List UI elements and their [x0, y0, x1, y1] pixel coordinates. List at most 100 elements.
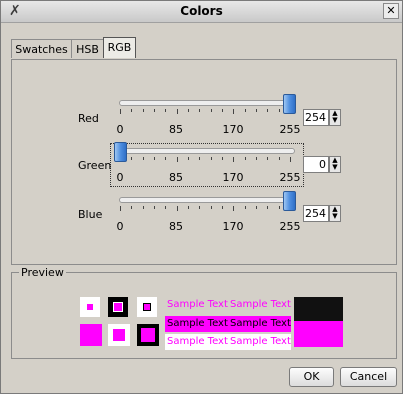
red-tick-255: 255 [279, 123, 301, 136]
blue-track[interactable] [119, 197, 295, 203]
slider-tick-mark [256, 157, 257, 160]
slider-tick-mark [176, 206, 178, 211]
slider-tick-mark [222, 157, 223, 160]
swatch-magenta-small [113, 329, 125, 341]
slider-tick-mark [120, 109, 121, 114]
ok-button[interactable]: OK [289, 367, 334, 387]
slider-tick-mark [165, 206, 167, 209]
slider-tick-mark [142, 157, 144, 160]
slider-tick-mark [210, 109, 212, 112]
blue-tick-85: 85 [169, 220, 183, 233]
green-slider-thumb[interactable] [114, 142, 127, 162]
sample-text-1: Sample Text [167, 299, 228, 310]
blue-spin-arrows[interactable]: ▲ ▼ [329, 205, 341, 222]
green-value-field[interactable]: 0 [303, 156, 329, 173]
green-tick-85: 85 [169, 171, 183, 184]
green-track[interactable] [119, 148, 295, 154]
swatch-magenta-on-black [113, 302, 123, 312]
green-tick-170: 170 [222, 171, 244, 184]
colors-dialog: ✗ Colors ✕ Swatches HSB RGB Red 0 85 170… [0, 0, 403, 394]
slider-tick-mark [131, 206, 133, 209]
spin-down-icon[interactable]: ▼ [330, 117, 340, 124]
blue-label: Blue [78, 208, 103, 221]
sample-text-2: Sample Text [230, 299, 291, 310]
slider-tick-mark [120, 206, 121, 211]
red-spinner[interactable]: 254 ▲ ▼ [303, 109, 343, 126]
close-button[interactable]: ✕ [383, 3, 399, 19]
slider-tick-mark [267, 206, 269, 209]
slider-tick-mark [131, 157, 133, 160]
green-spin-arrows[interactable]: ▲ ▼ [329, 156, 341, 173]
slider-tick-mark [278, 109, 280, 112]
slider-tick-mark [222, 206, 223, 209]
slider-tick-mark [154, 109, 155, 112]
rgb-panel: Red 0 85 170 255 254 ▲ ▼ Green 0 85 170 2… [11, 59, 397, 265]
swatch-magenta [80, 324, 102, 346]
sample-text-4: Sample Text [230, 318, 291, 329]
green-tick-0: 0 [116, 171, 124, 184]
dialog-title: Colors [180, 4, 223, 18]
tab-swatches[interactable]: Swatches [11, 39, 72, 58]
swatch-magenta-outlined [143, 303, 151, 311]
slider-tick-mark [244, 206, 246, 209]
cancel-button[interactable]: Cancel [340, 367, 397, 387]
slider-tick-mark [233, 157, 235, 162]
red-tick-0: 0 [116, 123, 124, 136]
green-tick-255: 255 [279, 171, 301, 184]
slider-tick-mark [222, 109, 223, 112]
swatch-magenta-on-black-2 [141, 328, 155, 342]
red-track[interactable] [119, 100, 295, 106]
slider-tick-mark [154, 206, 155, 209]
swatch-magenta-center [86, 303, 94, 311]
preview-black-block [294, 297, 343, 321]
blue-tick-170: 170 [222, 220, 244, 233]
red-value-field[interactable]: 254 [303, 109, 329, 126]
slider-tick-mark [142, 109, 144, 112]
red-slider-thumb[interactable] [283, 94, 297, 114]
spin-down-icon[interactable]: ▼ [330, 164, 340, 171]
blue-spinner[interactable]: 254 ▲ ▼ [303, 205, 343, 222]
green-spinner[interactable]: 0 ▲ ▼ [303, 156, 343, 173]
slider-tick-mark [267, 109, 269, 112]
title-bar[interactable]: ✗ Colors ✕ [1, 1, 402, 23]
red-tick-85: 85 [169, 123, 183, 136]
sample-text-3: Sample Text [167, 318, 228, 329]
slider-tick-mark [244, 109, 246, 112]
slider-tick-mark [256, 109, 257, 112]
slider-tick-mark [188, 206, 189, 209]
slider-tick-mark [199, 206, 201, 209]
tab-hsb[interactable]: HSB [71, 39, 104, 58]
red-tick-170: 170 [222, 123, 244, 136]
slider-tick-mark [278, 206, 280, 209]
slider-tick-mark [176, 157, 178, 162]
slider-tick-mark [188, 109, 189, 112]
spin-down-icon[interactable]: ▼ [330, 213, 340, 220]
slider-tick-mark [290, 157, 291, 162]
blue-slider-thumb[interactable] [283, 191, 297, 211]
slider-tick-mark [165, 157, 167, 160]
sample-text-6: Sample Text [230, 336, 291, 347]
close-icon: ✕ [386, 4, 396, 17]
slider-tick-mark [233, 206, 235, 211]
blue-tick-255: 255 [279, 220, 301, 233]
slider-tick-mark [176, 109, 178, 114]
slider-tick-mark [154, 157, 155, 160]
sample-text-5: Sample Text [167, 336, 228, 347]
blue-value-field[interactable]: 254 [303, 205, 329, 222]
slider-tick-mark [199, 109, 201, 112]
preview-magenta-block [294, 321, 343, 347]
preview-legend: Preview [19, 266, 66, 279]
slider-tick-mark [210, 206, 212, 209]
slider-tick-mark [210, 157, 212, 160]
slider-tick-mark [267, 157, 269, 160]
red-label: Red [78, 112, 99, 125]
slider-tick-mark [278, 157, 280, 160]
slider-tick-mark [199, 157, 201, 160]
red-spin-arrows[interactable]: ▲ ▼ [329, 109, 341, 126]
slider-tick-mark [131, 109, 133, 112]
slider-tick-mark [142, 206, 144, 209]
slider-tick-mark [256, 206, 257, 209]
slider-tick-mark [188, 157, 189, 160]
slider-tick-mark [165, 109, 167, 112]
tab-rgb[interactable]: RGB [103, 37, 136, 58]
